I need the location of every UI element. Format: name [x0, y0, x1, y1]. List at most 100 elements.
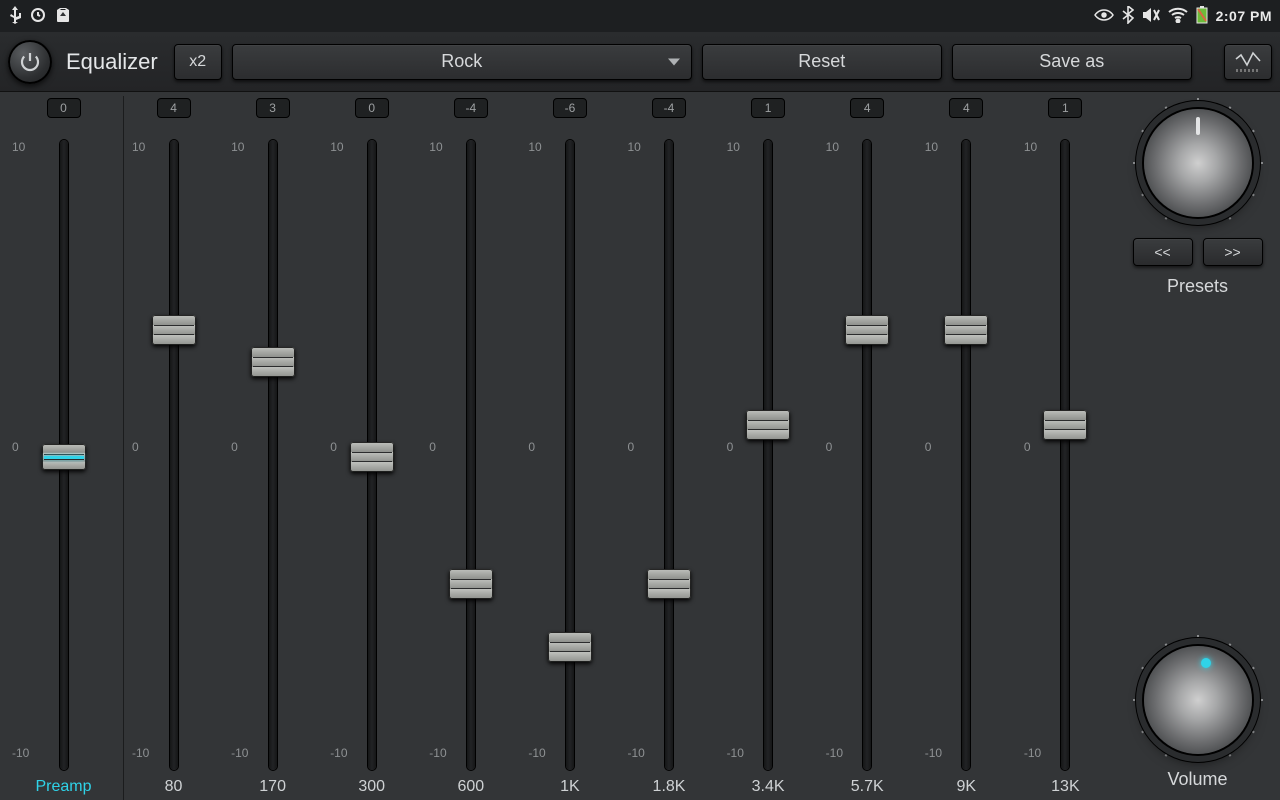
scale-bot: -10: [627, 746, 644, 760]
band-13K: 1100-1013K: [1016, 96, 1115, 800]
preamp-value: 0: [47, 98, 81, 118]
band-value: 4: [850, 98, 884, 118]
preamp-label: Preamp: [4, 778, 123, 796]
scale-top: 10: [12, 140, 25, 154]
scale-top: 10: [132, 140, 145, 154]
volume-label: Volume: [1167, 769, 1227, 790]
band-value: 0: [355, 98, 389, 118]
band-5.7K: 4 10 0 -10 5.7K: [818, 96, 917, 800]
band-600: -4100-10600: [421, 96, 520, 800]
scale-mid: 0: [528, 440, 535, 454]
band-1K: -6 10 0 -10 1K: [520, 96, 619, 800]
scale-mid: 0: [1024, 440, 1031, 454]
app-toolbar: Equalizer x2 Rock Reset Save as: [0, 32, 1280, 92]
multiplier-button[interactable]: x2: [174, 44, 222, 80]
band-slider-thumb[interactable]: [1043, 410, 1087, 440]
scale-top: 10: [826, 140, 839, 154]
sync-icon: [30, 7, 46, 26]
band-value: 4: [949, 98, 983, 118]
preset-next-button[interactable]: >>: [1203, 238, 1263, 266]
scale-bot: -10: [1024, 746, 1041, 760]
band-slider-thumb[interactable]: [944, 315, 988, 345]
usb-icon: [8, 6, 22, 27]
scale-mid: 0: [727, 440, 734, 454]
save-as-button[interactable]: Save as: [952, 44, 1192, 80]
volume-knob[interactable]: [1144, 646, 1252, 754]
band-slider-thumb[interactable]: [350, 442, 394, 472]
band-9K: 4100-109K: [917, 96, 1016, 800]
band-freq-label: 600: [421, 778, 520, 796]
band-freq-label: 5.7K: [818, 778, 917, 796]
band-slider-thumb[interactable]: [251, 347, 295, 377]
battery-icon: [1196, 6, 1208, 27]
preset-selected-label: Rock: [441, 51, 482, 72]
scale-bot: -10: [429, 746, 446, 760]
band-slider-thumb[interactable]: [449, 569, 493, 599]
scale-top: 10: [330, 140, 343, 154]
band-value: -4: [454, 98, 488, 118]
preamp-column: 0 10 0 -10 Preamp: [4, 96, 124, 800]
chevron-down-icon: [667, 51, 681, 72]
band-value: 1: [751, 98, 785, 118]
band-freq-label: 1.8K: [619, 778, 718, 796]
band-track: [1061, 140, 1069, 770]
bluetooth-icon: [1122, 6, 1134, 27]
band-freq-label: 80: [124, 778, 223, 796]
band-slider-thumb[interactable]: [152, 315, 196, 345]
status-bar: 2:07 PM: [0, 0, 1280, 32]
scale-mid: 0: [429, 440, 436, 454]
band-freq-label: 13K: [1016, 778, 1115, 796]
scale-mid: 0: [231, 440, 238, 454]
scale-bot: -10: [826, 746, 843, 760]
scale-top: 10: [231, 140, 244, 154]
scale-mid: 0: [132, 440, 139, 454]
volume-knob-wrap: [1133, 635, 1263, 765]
band-slider-thumb[interactable]: [746, 410, 790, 440]
preset-prev-button[interactable]: <<: [1133, 238, 1193, 266]
scale-bot: -10: [528, 746, 545, 760]
balance-knob-wrap: [1133, 98, 1263, 228]
scale-mid: 0: [925, 440, 932, 454]
app-title: Equalizer: [62, 49, 164, 75]
scale-bot: -10: [132, 746, 149, 760]
scale-mid: 0: [627, 440, 634, 454]
balance-knob[interactable]: [1144, 109, 1252, 217]
band-freq-label: 300: [322, 778, 421, 796]
band-track: [467, 140, 475, 770]
eq-bands: 0 10 0 -10 Preamp 4100-10803100-10170010…: [0, 92, 1115, 800]
band-track: [962, 140, 970, 770]
preamp-slider-thumb[interactable]: [42, 444, 86, 470]
preset-dropdown[interactable]: Rock: [232, 44, 692, 80]
scale-top: 10: [1024, 140, 1037, 154]
band-slider-thumb[interactable]: [845, 315, 889, 345]
band-track: [566, 140, 574, 770]
scale-mid: 0: [330, 440, 337, 454]
reset-button[interactable]: Reset: [702, 44, 942, 80]
band-value: -6: [553, 98, 587, 118]
scale-top: 10: [627, 140, 640, 154]
power-button[interactable]: [8, 40, 52, 84]
scale-top: 10: [727, 140, 740, 154]
eye-icon: [1094, 8, 1114, 25]
band-slider-thumb[interactable]: [647, 569, 691, 599]
mute-icon: [1142, 7, 1160, 26]
band-freq-label: 170: [223, 778, 322, 796]
wifi-icon: [1168, 7, 1188, 26]
band-value: 4: [157, 98, 191, 118]
band-track: [269, 140, 277, 770]
play-store-icon: [54, 6, 72, 27]
scale-mid: 0: [826, 440, 833, 454]
band-freq-label: 1K: [520, 778, 619, 796]
band-300: 0 10 0 -10 300: [322, 96, 421, 800]
presets-label: Presets: [1167, 276, 1228, 297]
scale-top: 10: [528, 140, 541, 154]
status-clock: 2:07 PM: [1216, 8, 1272, 24]
band-3.4K: 1100-103.4K: [719, 96, 818, 800]
scale-bot: -10: [12, 746, 29, 760]
band-value: 3: [256, 98, 290, 118]
band-170: 3100-10170: [223, 96, 322, 800]
right-panel: << >> Presets Volume: [1115, 92, 1280, 800]
graphic-eq-button[interactable]: [1224, 44, 1272, 80]
band-slider-thumb[interactable]: [548, 632, 592, 662]
scale-bot: -10: [330, 746, 347, 760]
